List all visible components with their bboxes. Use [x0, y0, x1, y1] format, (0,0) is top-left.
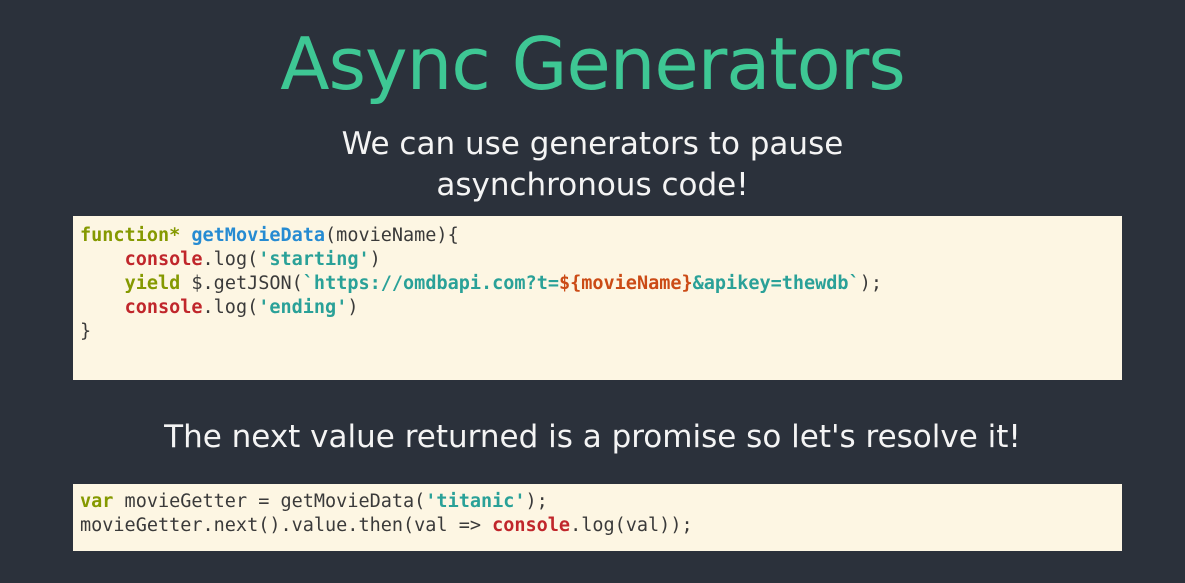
- code-string: `https://omdbapi.com?t=: [302, 273, 559, 294]
- slide-subtitle-promise: The next value returned is a promise so …: [164, 419, 1021, 455]
- code-block-generator: function* getMovieData(movieName){ conso…: [73, 216, 1122, 380]
- subtitle-line: We can use generators to pause: [341, 126, 844, 162]
- code-function-name: getMovieData: [191, 225, 326, 246]
- code-string: 'titanic': [425, 491, 526, 512]
- code-text: ): [347, 297, 359, 318]
- code-text: (movieName){: [325, 225, 459, 246]
- code-line: yield $.getJSON(`https://omdbapi.com?t=$…: [80, 272, 1122, 296]
- code-block-resolve: var movieGetter = getMovieData('titanic'…: [73, 484, 1122, 551]
- code-line: var movieGetter = getMovieData('titanic'…: [80, 490, 1122, 514]
- code-interpolation: ${movieName}: [558, 273, 693, 294]
- code-brace: }: [80, 321, 92, 342]
- slide-title: Async Generators: [280, 22, 906, 106]
- code-text: );: [525, 491, 548, 512]
- code-string: 'starting': [258, 249, 370, 270]
- code-text: );: [859, 273, 882, 294]
- code-console: console: [492, 515, 571, 536]
- slide-subtitle: We can use generators to pause asynchron…: [0, 124, 1185, 206]
- code-text: .log(: [202, 249, 259, 270]
- code-line: console.log('starting'): [80, 248, 1122, 272]
- code-text: movieGetter = getMovieData(: [113, 491, 426, 512]
- code-string: 'ending': [258, 297, 348, 318]
- code-line: }: [80, 320, 1122, 344]
- code-text: $.getJSON(: [180, 273, 303, 294]
- code-keyword: yield: [124, 273, 181, 294]
- subtitle-line: asynchronous code!: [436, 167, 749, 203]
- code-text: .log(val));: [570, 515, 693, 536]
- code-console: console: [124, 297, 203, 318]
- code-line: function* getMovieData(movieName){: [80, 224, 1122, 248]
- code-text: .log(: [202, 297, 259, 318]
- code-line: console.log('ending'): [80, 296, 1122, 320]
- code-text: movieGetter.next().value.then(val =>: [80, 515, 493, 536]
- code-line: movieGetter.next().value.then(val => con…: [80, 514, 1122, 538]
- code-text: ): [369, 249, 381, 270]
- code-console: console: [124, 249, 203, 270]
- code-string: &apikey=thewdb`: [692, 273, 860, 294]
- code-keyword: var: [80, 491, 114, 512]
- code-keyword: function*: [80, 225, 181, 246]
